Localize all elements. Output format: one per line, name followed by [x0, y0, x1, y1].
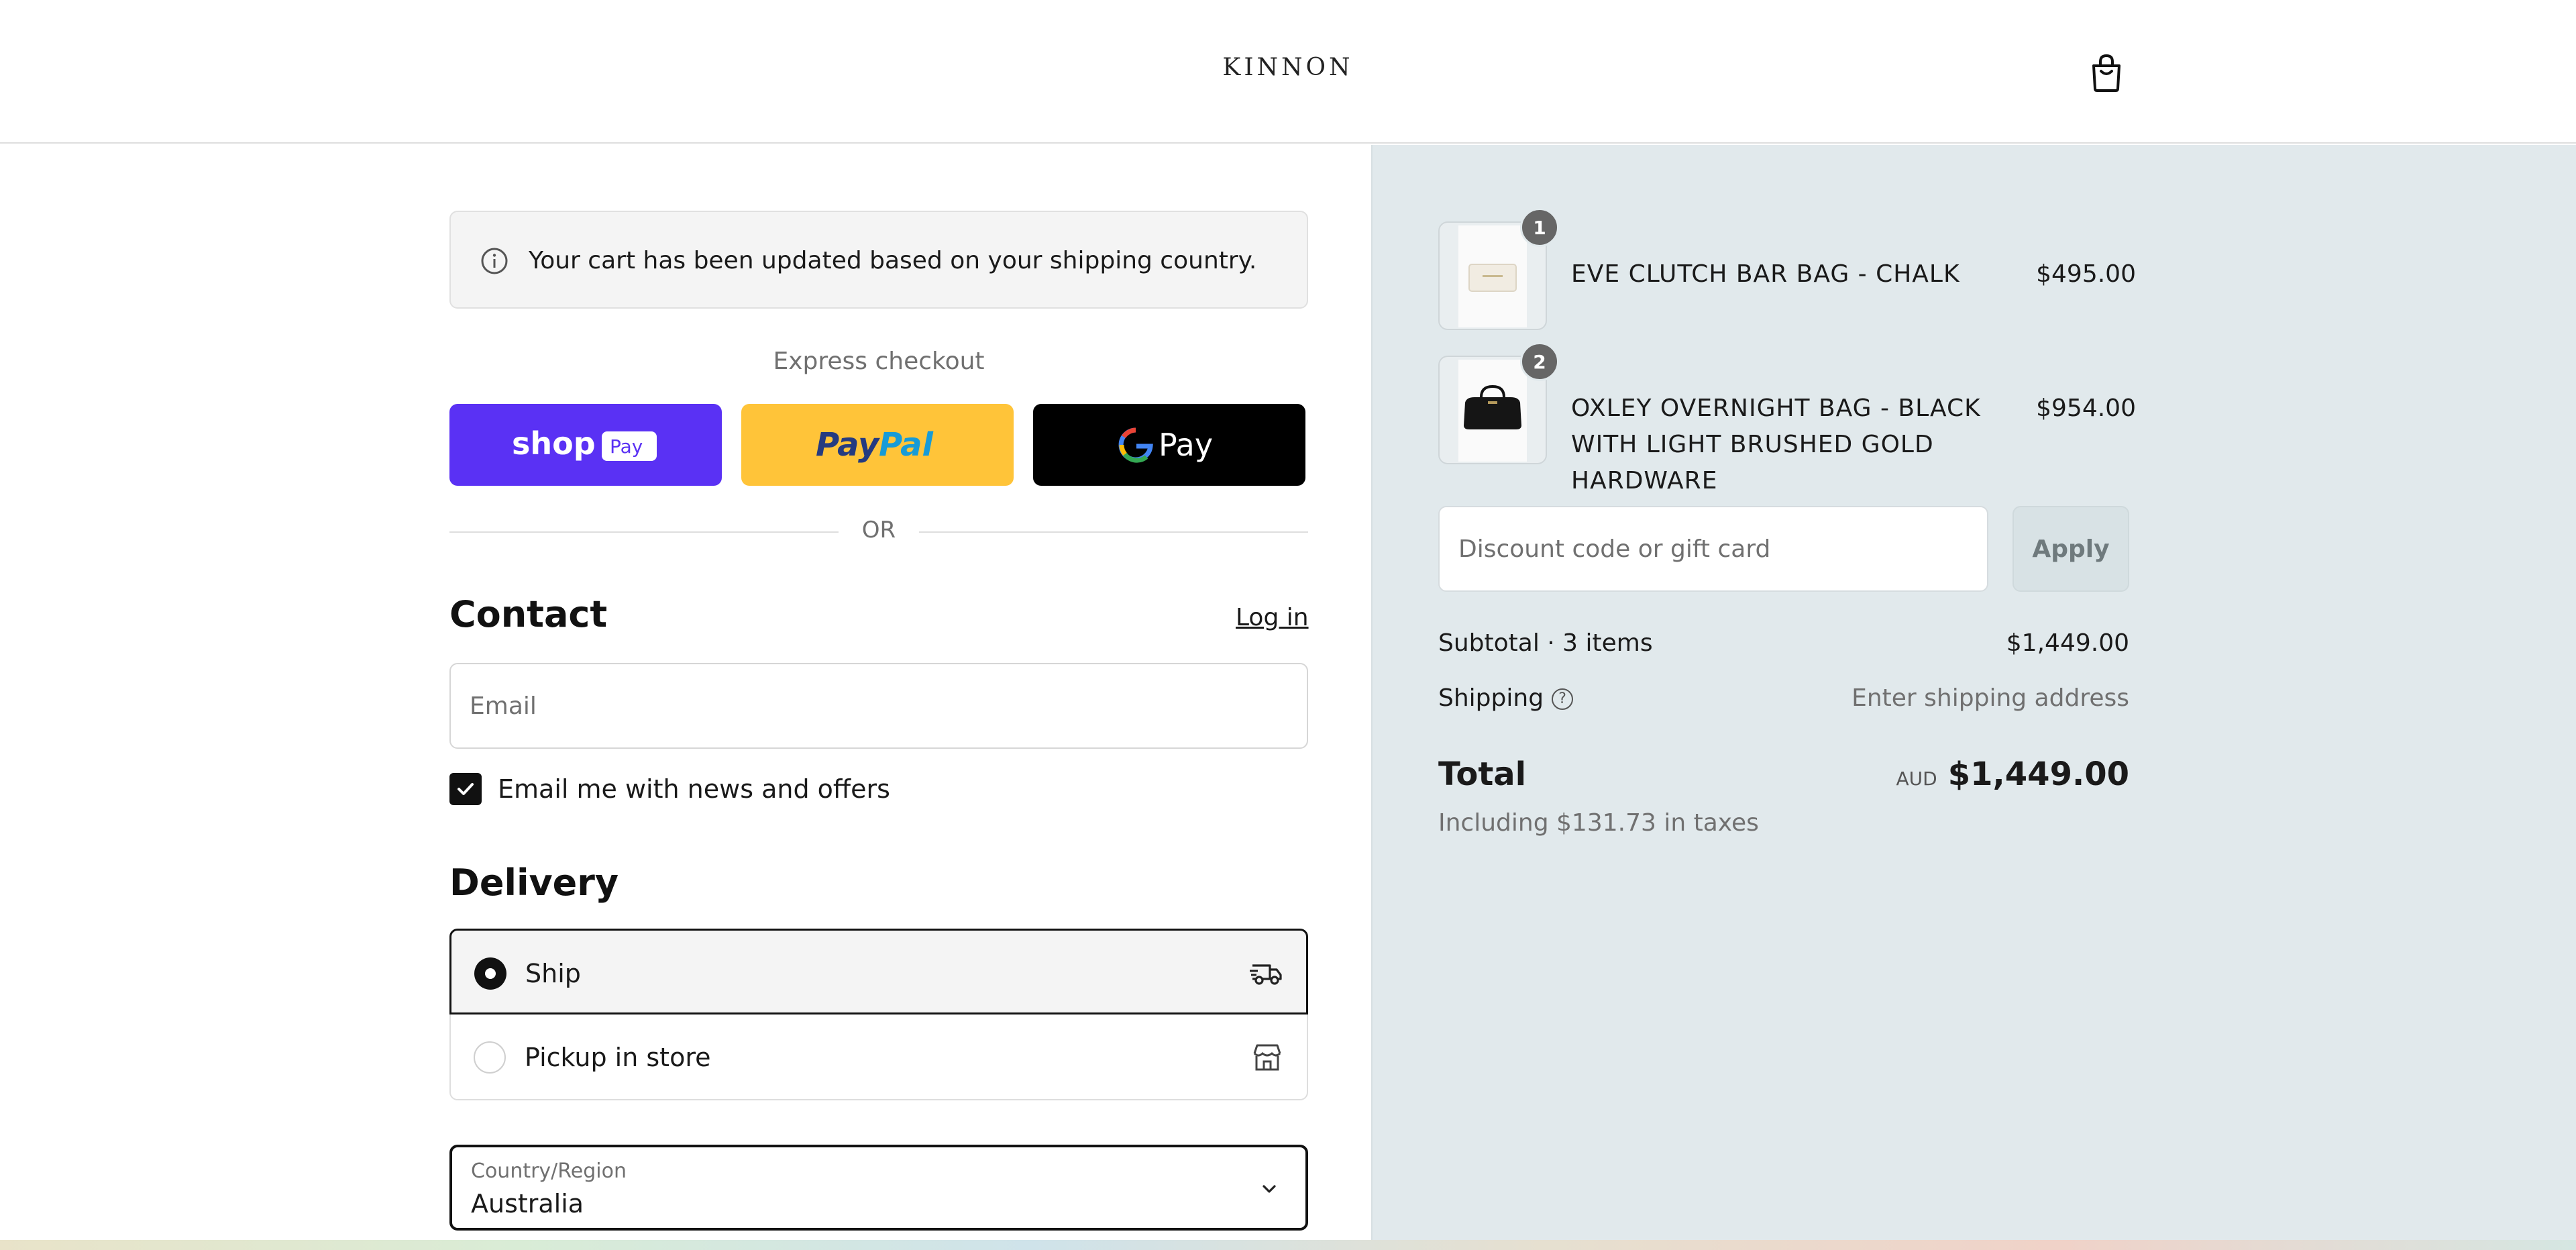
svg-text:Pay: Pay	[1159, 427, 1213, 463]
svg-text:Pay: Pay	[816, 426, 880, 464]
currency-code: AUD	[1896, 768, 1937, 790]
quantity-badge: 1	[1520, 208, 1559, 247]
total-amount: AUD $1,449.00	[1896, 756, 2129, 793]
shop-pay-button[interactable]: shop Pay	[449, 404, 722, 486]
delivery-method-group: Ship Pickup in store	[449, 929, 1308, 1100]
item-name: EVE CLUTCH BAR BAG - CHALK	[1571, 260, 1960, 288]
taxes-note: Including $131.73 in taxes	[1438, 809, 1759, 837]
subtotal-value: $1,449.00	[2006, 629, 2129, 657]
google-pay-logo: Pay	[1118, 427, 1213, 463]
brand-logo[interactable]: KINNON	[1221, 54, 1355, 81]
total-label: Total	[1438, 756, 1527, 793]
email-field[interactable]	[449, 663, 1308, 749]
newsletter-checkbox[interactable]	[449, 773, 482, 805]
shopping-bag-icon[interactable]	[2085, 51, 2128, 94]
item-price: $495.00	[2036, 260, 2136, 288]
discount-code-input[interactable]	[1438, 506, 1988, 592]
pickup-radio[interactable]	[474, 1041, 506, 1074]
overnight-bag-image	[1464, 384, 1521, 429]
subtotal-row: Subtotal · 3 items $1,449.00	[1438, 629, 2129, 657]
help-icon[interactable]: ?	[1552, 688, 1574, 710]
pickup-label: Pickup in store	[525, 1043, 711, 1072]
delivery-option-ship[interactable]: Ship	[449, 929, 1308, 1014]
delivery-truck-icon	[1250, 964, 1282, 985]
country-region-value: Australia	[471, 1189, 584, 1218]
shipping-value: Enter shipping address	[1851, 684, 2129, 712]
apply-discount-button[interactable]: Apply	[2012, 506, 2129, 592]
item-price: $954.00	[2036, 395, 2136, 422]
newsletter-label[interactable]: Email me with news and offers	[498, 773, 890, 805]
info-icon	[481, 248, 508, 274]
store-icon	[1253, 1044, 1281, 1071]
site-header: KINNON	[0, 0, 2576, 144]
google-pay-button[interactable]: Pay	[1033, 404, 1305, 486]
clutch-bag-image	[1468, 264, 1517, 292]
ship-radio[interactable]	[474, 957, 506, 990]
delivery-heading: Delivery	[449, 862, 619, 904]
quantity-badge: 2	[1520, 342, 1559, 381]
total-row: Total AUD $1,449.00	[1438, 756, 2129, 796]
order-summary: 1 EVE CLUTCH BAR BAG - CHALK $495.00 2 O…	[1371, 145, 2576, 1240]
shop-pay-logo: shop Pay	[512, 425, 657, 462]
total-value: $1,449.00	[1947, 756, 2129, 793]
country-region-label: Country/Region	[471, 1159, 627, 1183]
shipping-label: Shipping	[1438, 684, 1544, 712]
or-divider-label: OR	[839, 517, 919, 543]
shipping-row: Shipping? Enter shipping address	[1438, 684, 2129, 712]
ship-label: Ship	[525, 959, 581, 988]
paypal-button[interactable]: Pay Pal	[741, 404, 1014, 486]
svg-text:Pay: Pay	[610, 435, 643, 458]
login-link[interactable]: Log in	[1236, 604, 1309, 631]
chevron-down-icon	[1263, 1185, 1276, 1193]
express-checkout-title: Express checkout	[773, 348, 985, 375]
subtotal-label: Subtotal · 3 items	[1438, 629, 1653, 657]
contact-heading: Contact	[449, 593, 608, 635]
item-name: OXLEY OVERNIGHT BAG - BLACK WITH LIGHT B…	[1571, 395, 1981, 494]
paypal-logo: Pay Pal	[816, 426, 934, 464]
svg-text:shop: shop	[512, 425, 596, 462]
cart-updated-notice: Your cart has been updated based on your…	[449, 211, 1308, 309]
notice-text: Your cart has been updated based on your…	[529, 247, 1257, 274]
svg-text:Pal: Pal	[879, 426, 934, 464]
delivery-option-pickup[interactable]: Pickup in store	[449, 1014, 1308, 1100]
country-region-select[interactable]: Country/Region Australia	[449, 1145, 1308, 1231]
check-icon	[458, 783, 474, 795]
bottom-edge-strip	[0, 1240, 2576, 1250]
